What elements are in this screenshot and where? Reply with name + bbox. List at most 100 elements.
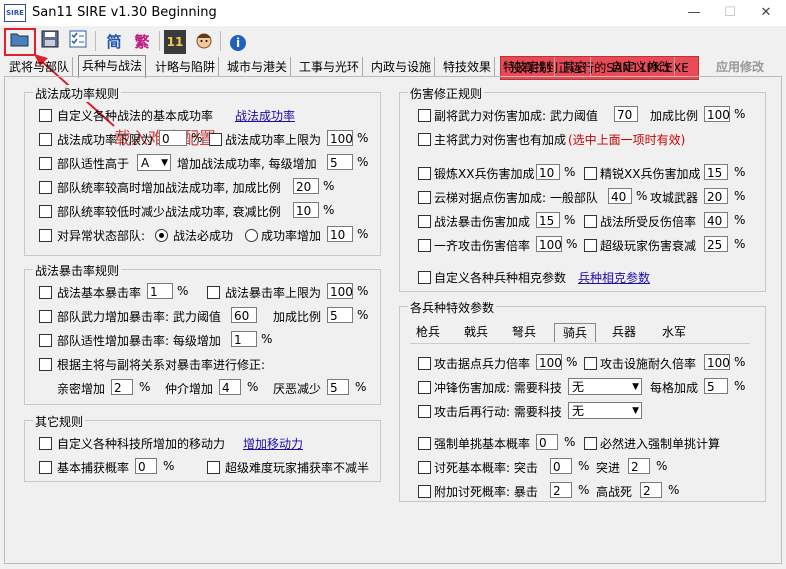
checkbox[interactable] xyxy=(418,167,431,180)
checkbox[interactable] xyxy=(39,181,52,194)
checkbox[interactable] xyxy=(418,215,431,228)
checkbox[interactable] xyxy=(39,205,52,218)
simplified-chinese-button[interactable]: 简 xyxy=(102,30,126,54)
counter-params-link[interactable]: 兵种相克参数 xyxy=(578,269,650,286)
super-player-decay-input[interactable]: 25 xyxy=(704,236,728,252)
tab-troops-tactics[interactable]: 兵种与战法 xyxy=(78,55,147,78)
intimate-bonus-input[interactable]: 2 xyxy=(111,379,133,395)
checkbox[interactable] xyxy=(207,461,220,474)
checklist-icon[interactable] xyxy=(66,30,90,54)
checkbox[interactable] xyxy=(584,239,597,252)
mediator-bonus-input[interactable]: 4 xyxy=(219,379,241,395)
traditional-chinese-button[interactable]: 繁 xyxy=(130,30,154,54)
elite-bonus-input[interactable]: 15 xyxy=(704,164,728,180)
kill-rush-input[interactable]: 2 xyxy=(628,458,650,474)
checkbox[interactable] xyxy=(39,157,52,170)
character-face-icon[interactable] xyxy=(192,30,216,54)
minimize-button[interactable]: — xyxy=(676,0,712,26)
tab-skill-custom[interactable]: 特技定制 xyxy=(500,57,556,77)
base-attack-rate-input[interactable]: 100 xyxy=(536,354,562,370)
checkbox[interactable] xyxy=(418,381,431,394)
crit-damage-input[interactable]: 15 xyxy=(536,212,560,228)
checkbox[interactable] xyxy=(418,191,431,204)
decay-ratio-input[interactable]: 10 xyxy=(293,202,319,218)
high-death-input[interactable]: 2 xyxy=(640,482,662,498)
san11-icon[interactable]: 11 xyxy=(164,30,186,54)
save-icon[interactable] xyxy=(38,30,62,54)
checkbox[interactable] xyxy=(584,167,597,180)
checkbox[interactable] xyxy=(584,357,597,370)
checkbox[interactable] xyxy=(418,357,431,370)
ladder-siege-input[interactable]: 20 xyxy=(704,188,728,204)
maximize-button[interactable]: ☐ xyxy=(712,0,748,26)
radio-rate-increase[interactable] xyxy=(245,229,258,242)
subtab-spear[interactable]: 枪兵 xyxy=(410,323,446,341)
checkbox[interactable] xyxy=(39,358,52,371)
checkbox[interactable] xyxy=(418,461,431,474)
per-grid-bonus-input[interactable]: 5 xyxy=(704,378,728,394)
checkbox[interactable] xyxy=(418,133,431,146)
extra-kill-crit-input[interactable]: 2 xyxy=(550,482,572,498)
trained-bonus-input[interactable]: 10 xyxy=(536,164,560,180)
damage-bonus-input[interactable]: 100 xyxy=(704,106,730,122)
movement-link[interactable]: 增加移动力 xyxy=(243,435,303,452)
info-icon[interactable]: i xyxy=(226,30,250,54)
subtab-cavalry[interactable]: 骑兵 xyxy=(554,323,596,342)
checkbox[interactable] xyxy=(418,485,431,498)
checkbox[interactable] xyxy=(207,286,220,299)
checkbox[interactable] xyxy=(39,109,52,122)
checkbox[interactable] xyxy=(584,215,597,228)
capture-rate-input[interactable]: 0 xyxy=(135,458,157,474)
crit-per-level-input[interactable]: 1 xyxy=(231,331,257,347)
facility-attack-rate-input[interactable]: 100 xyxy=(704,354,730,370)
apply-changes-button[interactable]: 应用修改 xyxy=(705,56,775,78)
tab-skill-effects[interactable]: 特技效果 xyxy=(440,57,496,77)
checkbox[interactable] xyxy=(39,310,52,323)
tactic-success-link[interactable]: 战法成功率 xyxy=(235,107,295,124)
min-success-input[interactable]: 0 xyxy=(159,130,187,146)
checkbox[interactable] xyxy=(418,405,431,418)
checkbox[interactable] xyxy=(584,437,597,450)
checkbox[interactable] xyxy=(418,239,431,252)
bonus-ratio-input[interactable]: 20 xyxy=(293,178,319,194)
checkbox[interactable] xyxy=(39,229,52,242)
tab-other[interactable]: 其它 xyxy=(560,57,592,77)
per-level-input[interactable]: 5 xyxy=(327,154,353,170)
kill-assault-input[interactable]: 0 xyxy=(550,458,572,474)
subtab-siege[interactable]: 兵器 xyxy=(606,323,642,341)
base-crit-input[interactable]: 1 xyxy=(147,283,173,299)
reflect-damage-input[interactable]: 40 xyxy=(704,212,728,228)
force-threshold-input[interactable]: 70 xyxy=(614,106,638,122)
tab-general[interactable]: 武将与部队 xyxy=(6,57,74,77)
checkbox[interactable] xyxy=(39,286,52,299)
crit-bonus-ratio-input[interactable]: 5 xyxy=(327,307,353,323)
radio-must-succeed[interactable] xyxy=(155,229,168,242)
max-success-input[interactable]: 100 xyxy=(327,130,353,146)
duel-base-input[interactable]: 0 xyxy=(536,434,558,450)
tab-custom-modify[interactable]: 自定义修改 xyxy=(608,57,676,77)
checkbox[interactable] xyxy=(39,461,52,474)
subtab-crossbow[interactable]: 弩兵 xyxy=(506,323,542,341)
dislike-decrease-input[interactable]: 5 xyxy=(327,379,349,395)
checkbox[interactable] xyxy=(39,437,52,450)
charge-tech-select[interactable]: 无 ▼ xyxy=(568,378,642,395)
checkbox[interactable] xyxy=(418,109,431,122)
joint-attack-input[interactable]: 100 xyxy=(536,236,562,252)
subtab-navy[interactable]: 水军 xyxy=(656,323,692,341)
checkbox[interactable] xyxy=(418,271,431,284)
aptitude-select[interactable]: A ▼ xyxy=(137,154,171,171)
checkbox[interactable] xyxy=(418,437,431,450)
close-button[interactable]: ✕ xyxy=(748,0,784,26)
checkbox[interactable] xyxy=(39,133,52,146)
tab-strategy-traps[interactable]: 计略与陷阱 xyxy=(152,57,220,77)
tab-fortification-aura[interactable]: 工事与光环 xyxy=(296,57,364,77)
subtab-halberd[interactable]: 戟兵 xyxy=(458,323,494,341)
checkbox[interactable] xyxy=(209,133,222,146)
force-threshold-input[interactable]: 60 xyxy=(231,307,257,323)
crit-max-input[interactable]: 100 xyxy=(327,283,353,299)
tab-city-port[interactable]: 城市与港关 xyxy=(224,57,292,77)
tab-domestic-facility[interactable]: 内政与设施 xyxy=(368,57,436,77)
reaction-tech-select[interactable]: 无 ▼ xyxy=(568,402,642,419)
checkbox[interactable] xyxy=(39,334,52,347)
rate-increase-input[interactable]: 10 xyxy=(327,226,353,242)
